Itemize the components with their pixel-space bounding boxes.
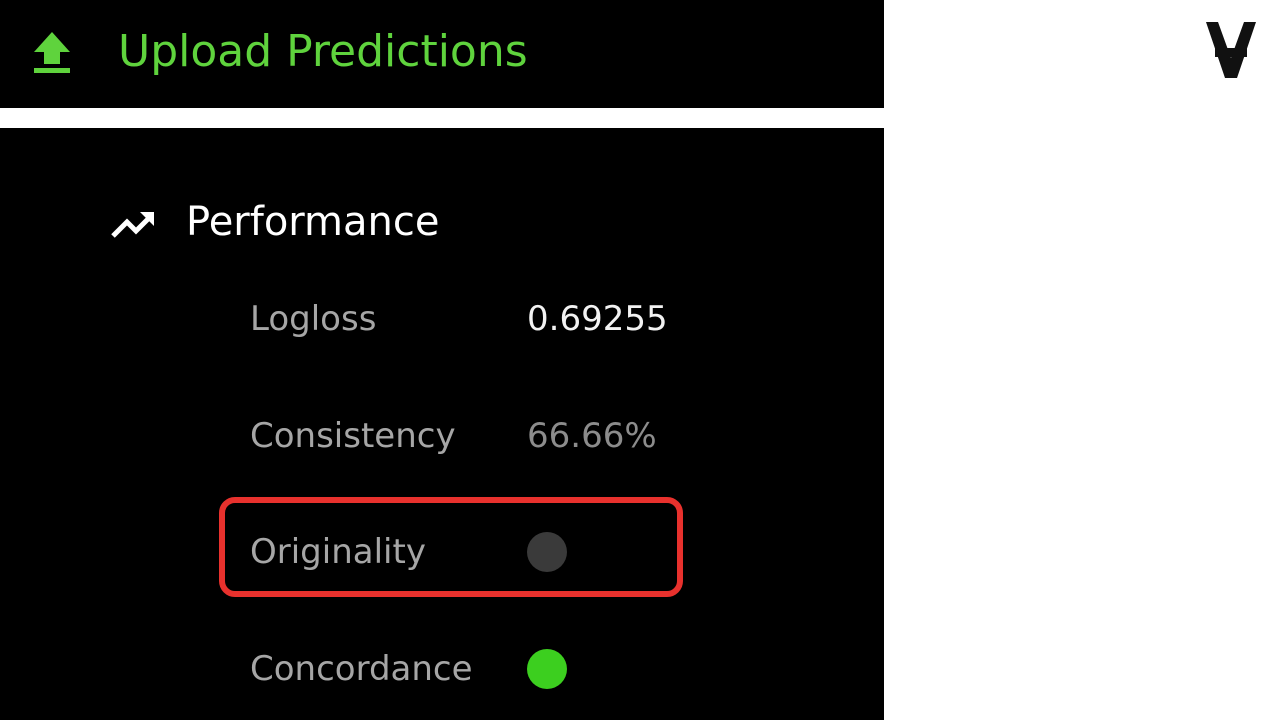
upload-arrow-icon: [34, 32, 70, 73]
trending-up-icon: [111, 212, 154, 238]
logloss-label: Logloss: [250, 299, 377, 339]
upload-predictions-title[interactable]: Upload Predictions: [118, 22, 528, 82]
performance-title: Performance: [186, 199, 440, 245]
logloss-value: 0.69255: [527, 299, 668, 339]
performance-panel: Performance Logloss 0.69255 Consistency …: [0, 128, 884, 720]
numerai-logo-icon: [1206, 22, 1256, 78]
concordance-label: Concordance: [250, 649, 473, 689]
consistency-label: Consistency: [250, 416, 456, 456]
originality-highlight-box: [219, 497, 683, 597]
upload-predictions-bar[interactable]: Upload Predictions: [0, 0, 884, 108]
concordance-status-dot: [527, 649, 567, 689]
consistency-value: 66.66%: [527, 416, 657, 456]
